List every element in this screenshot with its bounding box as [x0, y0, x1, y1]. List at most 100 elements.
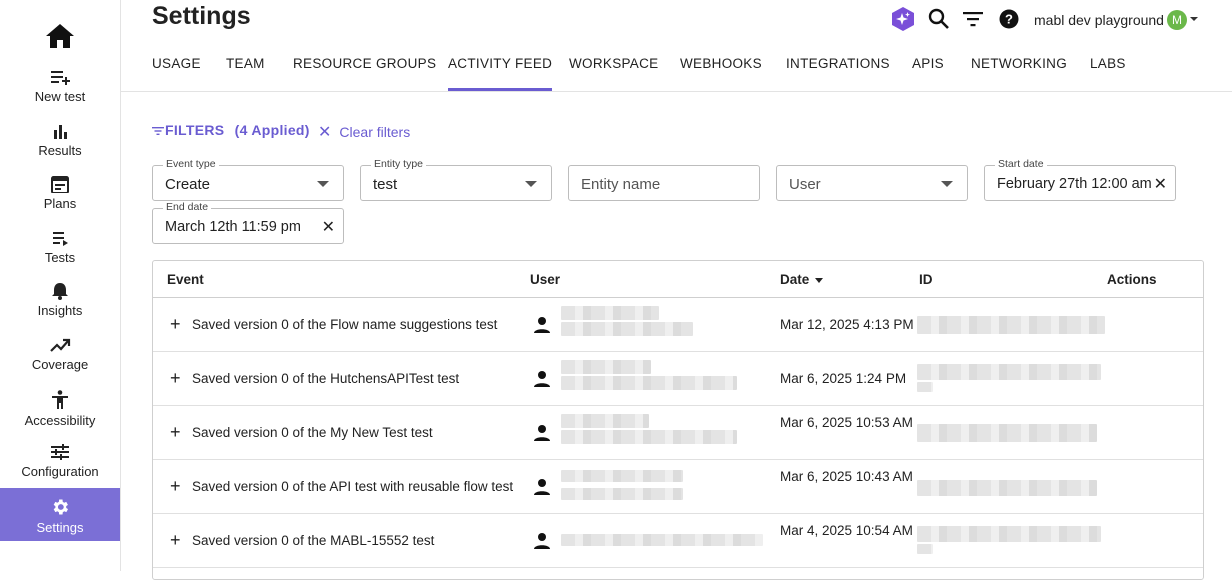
filters-label: FILTERS: [165, 122, 225, 138]
user-icon: [534, 533, 550, 549]
gear-icon: [53, 499, 68, 515]
redacted-user: [561, 376, 737, 390]
sidebar-item-accessibility[interactable]: Accessibility: [0, 390, 120, 443]
event-text: Saved version 0 of the Flow name suggest…: [192, 317, 498, 332]
clear-filters-button[interactable]: ✕ Clear filters: [318, 122, 410, 142]
redacted-user: [561, 414, 649, 428]
sidebar-item-label: New test: [34, 89, 86, 104]
column-user: User: [530, 272, 561, 287]
sidebar-item-insights[interactable]: Insights: [0, 282, 120, 335]
filter-icon[interactable]: [960, 6, 986, 32]
expand-icon[interactable]: +: [170, 476, 181, 496]
event-type-select[interactable]: Event type Create: [152, 158, 344, 201]
clear-start-date-icon[interactable]: ✕: [1154, 174, 1167, 194]
tab-networking[interactable]: NETWORKING: [971, 44, 1067, 91]
search-icon[interactable]: [926, 6, 952, 32]
expand-icon[interactable]: +: [170, 422, 181, 442]
avatar[interactable]: M: [1167, 10, 1187, 30]
user-placeholder: User: [789, 176, 821, 193]
expand-icon[interactable]: +: [170, 314, 181, 334]
sidebar-item-tests[interactable]: Tests: [0, 229, 120, 282]
redacted-user: [561, 322, 693, 336]
chevron-down-icon[interactable]: [1190, 17, 1198, 21]
end-date-label: End date: [163, 201, 212, 213]
tab-webhooks[interactable]: WEBHOOKS: [680, 44, 762, 91]
user-icon: [534, 479, 550, 495]
sidebar-item-settings[interactable]: Settings: [0, 488, 120, 541]
user-icon: [534, 371, 550, 387]
redacted-user: [561, 470, 683, 482]
event-text: Saved version 0 of the MABL-15552 test: [192, 533, 435, 548]
list-play-icon: [53, 232, 68, 246]
help-icon[interactable]: ?: [996, 6, 1022, 32]
sidebar-item-results[interactable]: Results: [0, 122, 120, 175]
entity-type-select[interactable]: Entity type test: [360, 158, 552, 201]
table-row[interactable]: + Saved version 0 of the My New Test tes…: [153, 406, 1203, 460]
expand-icon[interactable]: +: [170, 368, 181, 388]
tab-integrations[interactable]: INTEGRATIONS: [786, 44, 890, 91]
tab-resource-groups[interactable]: RESOURCE GROUPS: [293, 44, 436, 91]
tab-workspace[interactable]: WORKSPACE: [569, 44, 658, 91]
accessibility-icon: [52, 390, 68, 409]
entity-name-placeholder: Entity name: [581, 176, 661, 193]
redacted-user: [561, 488, 683, 500]
caret-down-icon: [525, 181, 537, 187]
sidebar-item-new-test[interactable]: New test: [0, 68, 120, 121]
tab-apis[interactable]: APIS: [912, 44, 944, 91]
event-date: Mar 6, 2025 10:43 AM: [780, 469, 913, 484]
ai-sparkle-icon[interactable]: [890, 6, 916, 32]
redacted-user: [561, 534, 763, 546]
redacted-id: [917, 480, 1097, 496]
sidebar-item-label: Configuration: [21, 464, 99, 479]
event-text: Saved version 0 of the HutchensAPITest t…: [192, 371, 460, 386]
end-date-input[interactable]: End date March 12th 11:59 pm ✕: [152, 201, 344, 244]
table-row[interactable]: + Saved version 0 of the Flow name sugge…: [153, 298, 1203, 352]
event-type-value: Create: [165, 176, 211, 193]
sliders-icon: [51, 444, 69, 460]
end-date-value: March 12th 11:59 pm: [165, 219, 301, 235]
redacted-id: [917, 364, 1101, 380]
tab-labs[interactable]: LABS: [1090, 44, 1126, 91]
redacted-user: [561, 306, 659, 320]
table-row[interactable]: + Saved version 0 of the HutchensAPITest…: [153, 352, 1203, 406]
entity-name-input[interactable]: Entity name: [568, 165, 760, 201]
tab-team[interactable]: TEAM: [226, 44, 265, 91]
sidebar-item-label: Accessibility: [24, 413, 96, 428]
redacted-id: [917, 316, 1105, 334]
clear-end-date-icon[interactable]: ✕: [322, 217, 335, 237]
sidebar-item-label: Coverage: [31, 357, 89, 372]
user-icon: [534, 425, 550, 441]
expand-icon[interactable]: +: [170, 530, 181, 550]
sidebar-item-label: Settings: [36, 520, 84, 535]
sidebar-item-label: Results: [38, 143, 82, 158]
clear-filters-label: Clear filters: [339, 124, 411, 140]
entity-type-label: Entity type: [371, 158, 427, 170]
new-test-icon: [51, 71, 70, 85]
sidebar: New test Results Plans Tests Insights Co…: [0, 0, 121, 571]
redacted-id: [917, 526, 1101, 542]
event-date: Mar 12, 2025 4:13 PM: [780, 317, 914, 332]
column-date[interactable]: Date: [780, 272, 824, 287]
table-row[interactable]: + Saved version 0 of the MABL-15552 test…: [153, 514, 1203, 568]
sidebar-item-plans[interactable]: Plans: [0, 175, 120, 228]
redacted-id: [917, 382, 933, 392]
filters-toggle[interactable]: FILTERS (4 Applied): [152, 122, 310, 138]
start-date-input[interactable]: Start date February 27th 12:00 am ✕: [984, 158, 1176, 201]
redacted-id: [917, 424, 1097, 442]
redacted-user: [561, 360, 651, 374]
user-select[interactable]: User: [776, 165, 968, 201]
user-icon: [534, 317, 550, 333]
sidebar-item-coverage[interactable]: Coverage: [0, 336, 120, 389]
event-date: Mar 6, 2025 1:24 PM: [780, 371, 907, 386]
tab-activity-feed[interactable]: ACTIVITY FEED: [448, 44, 553, 91]
redacted-id: [917, 544, 933, 554]
column-date-label: Date: [780, 272, 810, 287]
home-icon[interactable]: [44, 22, 76, 50]
tab-usage[interactable]: USAGE: [152, 44, 201, 91]
sidebar-item-label: Insights: [37, 303, 83, 318]
calendar-icon: [51, 176, 69, 193]
table-row[interactable]: + Saved version 0 of the API test with r…: [153, 460, 1203, 514]
workspace-name[interactable]: mabl dev playground: [1034, 12, 1164, 28]
trending-up-icon: [50, 338, 71, 352]
column-actions: Actions: [1107, 272, 1157, 287]
